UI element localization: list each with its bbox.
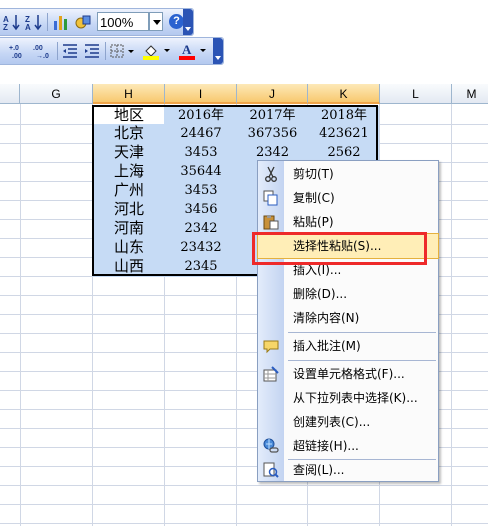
sort-descending-icon: ZA: [25, 15, 42, 31]
standard-toolbar: AZ ZA 100% ?: [0, 8, 194, 36]
column-header-h[interactable]: H: [93, 84, 165, 104]
menu-item-cut[interactable]: 剪切(T): [258, 162, 438, 186]
toolbar-area: AZ ZA 100% ? +.0.00 .00 →.0 A: [0, 0, 488, 84]
select-all-corner[interactable]: [0, 84, 20, 104]
increase-decimal-button[interactable]: +.0.00: [9, 41, 29, 61]
menu-item-insert-comment[interactable]: 插入批注(M): [258, 334, 438, 358]
menu-separator: [288, 332, 436, 333]
formatting-toolbar: +.0.00 .00 →.0 A: [0, 37, 224, 65]
copy-icon: [263, 190, 279, 206]
scissors-icon: [263, 166, 279, 182]
borders-button[interactable]: [109, 41, 139, 61]
menu-item-label: 查阅(L)...: [293, 463, 345, 477]
menu-item-pick-from-list[interactable]: 从下拉列表中选择(K)...: [258, 386, 438, 410]
menu-separator: [288, 360, 436, 361]
fill-color-button[interactable]: [141, 41, 175, 61]
svg-text:.00: .00: [33, 45, 43, 52]
help-icon[interactable]: ?: [169, 14, 184, 29]
increase-decimal-icon: +.0.00: [9, 45, 22, 60]
drawing-icon: [75, 15, 91, 29]
decrease-decimal-icon: .00→.0: [33, 45, 49, 60]
menu-item-research[interactable]: 查阅(L)...: [258, 458, 438, 482]
menu-item-paste[interactable]: 粘贴(P): [258, 210, 438, 234]
gridline: [0, 504, 488, 505]
sort-ascending-icon: AZ: [3, 15, 20, 31]
context-menu: 剪切(T) 复制(C) 粘贴(P) 选择性粘贴(S)... 插入(I)... 删…: [257, 160, 439, 482]
toolbar-options-icon[interactable]: [213, 38, 223, 64]
drawing-button[interactable]: [73, 12, 93, 32]
menu-item-label: 剪切(T): [293, 167, 334, 181]
comment-icon: [263, 338, 279, 354]
decrease-indent-icon: [63, 44, 77, 58]
menu-item-label: 清除内容(N): [293, 311, 360, 325]
gridline: [20, 104, 21, 526]
menu-item-label: 从下拉列表中选择(K)...: [293, 391, 418, 405]
menu-item-label: 复制(C): [293, 191, 335, 205]
svg-text:A: A: [25, 23, 31, 31]
sort-descending-button[interactable]: ZA: [25, 12, 43, 32]
toolbar-separator: [47, 13, 48, 31]
toolbar-options-icon[interactable]: [183, 9, 193, 35]
column-header-l[interactable]: L: [380, 84, 452, 104]
menu-item-clear-contents[interactable]: 清除内容(N): [258, 306, 438, 330]
annotation-highlight-box: [252, 232, 427, 265]
column-header-k[interactable]: K: [308, 84, 380, 104]
chart-wizard-button[interactable]: [51, 12, 71, 32]
svg-text:.00: .00: [12, 53, 22, 60]
gridline: [0, 523, 488, 524]
column-header-g[interactable]: G: [20, 84, 93, 104]
zoom-input[interactable]: 100%: [97, 12, 149, 31]
increase-indent-button[interactable]: [83, 41, 101, 61]
font-color-icon: A: [179, 42, 206, 60]
column-header-m[interactable]: M: [452, 84, 488, 104]
menu-item-label: 创建列表(C)...: [293, 415, 371, 429]
menu-item-create-list[interactable]: 创建列表(C)...: [258, 410, 438, 434]
sort-ascending-button[interactable]: AZ: [3, 12, 21, 32]
menu-item-hyperlink[interactable]: 超链接(H)...: [258, 434, 438, 458]
chart-icon: [54, 16, 67, 30]
format-cells-icon: [263, 366, 279, 382]
menu-item-delete[interactable]: 删除(D)...: [258, 282, 438, 306]
paste-icon: [263, 214, 279, 230]
menu-item-format-cells[interactable]: 设置单元格格式(F)...: [258, 362, 438, 386]
menu-item-label: 超链接(H)...: [293, 439, 359, 453]
zoom-dropdown-button[interactable]: [149, 12, 163, 31]
increase-indent-icon: [85, 44, 99, 58]
svg-text:A: A: [182, 42, 192, 57]
menu-item-label: 插入批注(M): [293, 339, 361, 353]
borders-icon: [110, 44, 134, 58]
research-icon: [263, 462, 279, 478]
menu-item-label: 设置单元格格式(F)...: [293, 367, 405, 381]
gridline: [0, 485, 488, 486]
menu-item-label: 粘贴(P): [293, 215, 334, 229]
toolbar-separator: [57, 42, 58, 60]
column-header-i[interactable]: I: [165, 84, 237, 104]
svg-text:+.0: +.0: [9, 45, 19, 52]
column-header-j[interactable]: J: [237, 84, 308, 104]
gridline: [451, 104, 452, 526]
fill-color-icon: [143, 45, 170, 60]
svg-text:→.0: →.0: [36, 53, 49, 60]
menu-item-copy[interactable]: 复制(C): [258, 186, 438, 210]
font-color-button[interactable]: A: [177, 41, 211, 61]
toolbar-separator: [105, 42, 106, 60]
svg-text:Z: Z: [3, 23, 8, 31]
menu-item-label: 删除(D)...: [293, 287, 348, 301]
decrease-indent-button[interactable]: [61, 41, 79, 61]
hyperlink-icon: [263, 438, 279, 454]
decrease-decimal-button[interactable]: .00 →.0: [33, 41, 53, 61]
